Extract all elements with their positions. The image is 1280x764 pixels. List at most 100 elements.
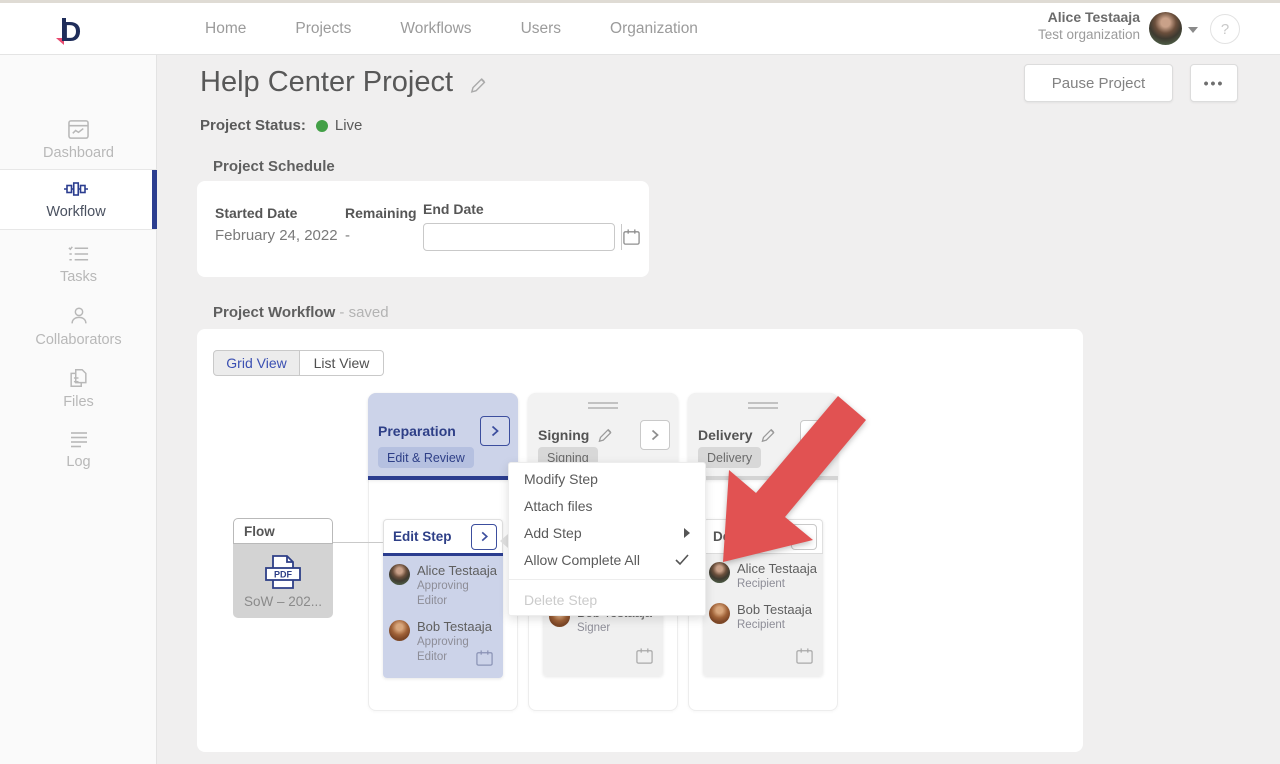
workflow-canvas-card: Grid View List View Flow PDF SoW – 202..… (197, 329, 1083, 752)
menu-item-label: Attach files (524, 498, 592, 514)
status-live-dot (316, 120, 328, 132)
end-date-field (423, 223, 615, 251)
page-title: Help Center Project (200, 66, 453, 99)
tasks-icon (67, 244, 90, 264)
help-button[interactable]: ? (1210, 14, 1240, 44)
nav-projects[interactable]: Projects (295, 20, 351, 38)
expand-step-button[interactable] (480, 416, 510, 446)
grid-view-tab[interactable]: Grid View (213, 350, 300, 376)
step-calendar-icon[interactable] (635, 647, 654, 670)
workflow-column-delivery: Delivery Delivery Deliver Step (688, 393, 838, 711)
participant-role: Recipient (737, 577, 817, 592)
menu-divider (509, 579, 705, 580)
nav-home[interactable]: Home (205, 20, 246, 38)
expand-step-button[interactable] (800, 420, 830, 450)
sidebar-item-label: Files (63, 394, 94, 410)
status-value: Live (335, 117, 363, 134)
step-card-title: Deliver Step (713, 529, 791, 544)
sidebar-item-dashboard[interactable]: Dashboard (0, 113, 157, 167)
sidebar-item-label: Dashboard (43, 145, 114, 161)
menu-item-label: Allow Complete All (524, 552, 640, 568)
sidebar-item-tasks[interactable]: Tasks (0, 237, 157, 291)
view-toggle: Grid View List View (213, 350, 384, 376)
step-menu-button[interactable] (791, 524, 817, 550)
menu-item-label: Modify Step (524, 471, 598, 487)
step-menu-button[interactable] (471, 524, 497, 550)
workflow-column-preparation: Preparation Edit & Review Edit Step (368, 393, 518, 711)
nav-users[interactable]: Users (521, 20, 561, 38)
end-date-input[interactable] (424, 224, 621, 250)
drag-handle-icon[interactable] (588, 402, 618, 409)
participant-name: Alice Testaaja (417, 563, 497, 579)
svg-text:PDF: PDF (274, 569, 293, 579)
step-card-deliver[interactable]: Deliver Step Alice Testaaja Recipient Bo… (703, 519, 823, 676)
nav-organization[interactable]: Organization (610, 20, 698, 38)
expand-step-button[interactable] (640, 420, 670, 450)
menu-item-modify-step[interactable]: Modify Step (509, 465, 705, 492)
menu-item-label: Delete Step (524, 592, 597, 608)
status-label: Project Status: (200, 117, 306, 134)
chevron-down-icon[interactable] (1188, 27, 1198, 33)
avatar (709, 603, 730, 624)
sidebar-item-label: Tasks (60, 269, 97, 285)
sidebar: Dashboard Workflow Tasks Collaborator (0, 55, 157, 764)
started-date-label: Started Date (215, 205, 297, 221)
nav-workflows[interactable]: Workflows (400, 20, 471, 38)
menu-item-add-step[interactable]: Add Step (509, 519, 705, 546)
user-menu[interactable]: Alice Testaaja Test organization (1038, 9, 1140, 43)
sidebar-item-label: Workflow (46, 204, 105, 220)
step-participants: Alice Testaaja Approving Editor Bob Test… (383, 556, 503, 678)
flow-card-title: Flow (233, 518, 333, 544)
sidebar-item-workflow[interactable]: Workflow (0, 170, 157, 229)
flow-attachment-card[interactable]: Flow PDF SoW – 202... (233, 518, 333, 618)
edit-step-pencil-icon[interactable] (596, 427, 613, 444)
step-calendar-icon[interactable] (475, 649, 494, 672)
sidebar-item-collaborators[interactable]: Collaborators (0, 299, 157, 353)
flow-connector-line (333, 542, 383, 543)
participant-name: Bob Testaaja (417, 619, 497, 635)
top-navigation-bar: D Home Projects Workflows Users Organiza… (0, 0, 1280, 55)
user-name: Alice Testaaja (1038, 9, 1140, 27)
list-view-tab[interactable]: List View (300, 350, 384, 376)
checkmark-icon (674, 553, 690, 566)
more-options-button[interactable]: ••• (1190, 64, 1238, 102)
step-header-preparation[interactable]: Preparation Edit & Review (368, 393, 518, 480)
menu-item-allow-complete-all[interactable]: Allow Complete All (509, 546, 705, 573)
sidebar-item-files[interactable]: Files (0, 361, 157, 415)
schedule-section-title: Project Schedule (213, 158, 335, 175)
participant-row: Alice Testaaja Approving Editor (389, 563, 497, 609)
step-header-delivery[interactable]: Delivery Delivery (688, 393, 838, 480)
participant-name: Alice Testaaja (737, 561, 817, 577)
sidebar-item-label: Collaborators (35, 332, 121, 348)
workflow-section-title-text: Project Workflow (213, 304, 335, 321)
files-icon (68, 367, 89, 389)
drag-handle-icon[interactable] (748, 402, 778, 409)
column-title: Delivery (698, 427, 752, 443)
step-calendar-icon[interactable] (795, 647, 814, 670)
step-tag-badge: Delivery (698, 447, 761, 468)
column-title: Preparation (378, 423, 456, 439)
sidebar-item-log[interactable]: Log (0, 423, 157, 477)
user-avatar[interactable] (1149, 12, 1182, 45)
edit-title-pencil-icon[interactable] (468, 76, 487, 100)
saved-note: - saved (339, 304, 388, 321)
pdf-file-icon: PDF (262, 554, 304, 590)
menu-item-delete-step[interactable]: Delete Step (509, 586, 705, 613)
app-logo-icon[interactable]: D (52, 12, 92, 48)
started-date-value: February 24, 2022 (215, 227, 338, 244)
menu-caret-icon (500, 534, 508, 548)
step-participants: Alice Testaaja Recipient Bob Testaaja Re… (703, 554, 823, 676)
calendar-picker-button[interactable] (621, 224, 641, 250)
workflow-icon (64, 179, 88, 199)
pause-project-button[interactable]: Pause Project (1024, 64, 1173, 102)
menu-item-attach-files[interactable]: Attach files (509, 492, 705, 519)
app-window: D Home Projects Workflows Users Organiza… (0, 0, 1280, 764)
edit-step-pencil-icon[interactable] (759, 427, 776, 444)
schedule-card: Started Date February 24, 2022 Remaining… (197, 181, 649, 277)
step-card-edit[interactable]: Edit Step Alice Testaaja Approving Edito… (383, 519, 503, 678)
project-status-row: Project Status: Live (200, 117, 362, 134)
user-organization: Test organization (1038, 27, 1140, 44)
flow-file-name: SoW – 202... (244, 594, 322, 609)
menu-item-label: Add Step (524, 525, 582, 541)
step-card-title: Edit Step (393, 529, 452, 544)
